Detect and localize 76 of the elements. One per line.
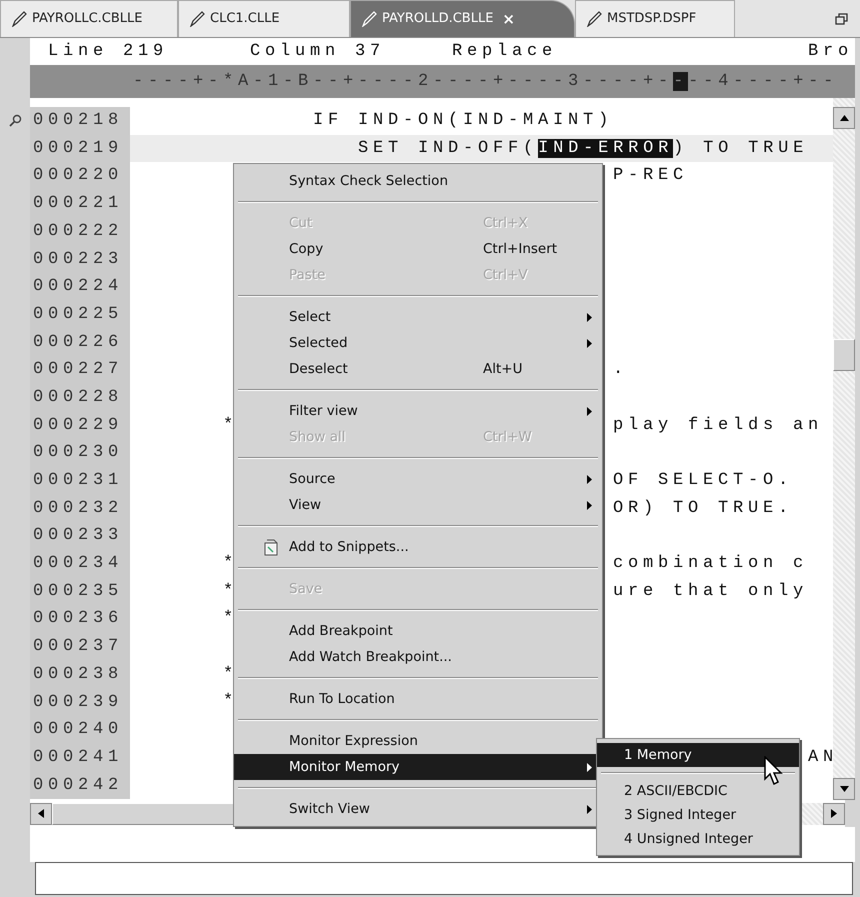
line-number: 000224 bbox=[30, 273, 130, 301]
line-number: 000228 bbox=[30, 384, 130, 412]
line-number: 000241 bbox=[30, 744, 130, 772]
left-arrow-icon[interactable] bbox=[38, 809, 44, 818]
line-number: 000237 bbox=[30, 633, 130, 661]
right-arrow-icon[interactable] bbox=[831, 809, 837, 818]
line-indicator: Line 219 bbox=[48, 40, 170, 63]
view-mode-label: Bro bbox=[808, 40, 854, 63]
pencil-icon bbox=[586, 11, 602, 27]
down-arrow-icon[interactable] bbox=[840, 786, 848, 792]
code-text: play fields an bbox=[613, 416, 824, 435]
code-text: OF SELECT-O. bbox=[613, 470, 794, 490]
line-number: 000226 bbox=[30, 328, 130, 356]
code-text: IF IND-ON(IND-MAINT) bbox=[313, 111, 614, 130]
pencil-icon bbox=[189, 11, 205, 27]
line-number: 000223 bbox=[30, 245, 130, 274]
pencil-icon bbox=[361, 11, 377, 27]
code-text: combination c bbox=[613, 554, 808, 573]
mouse-pointer-icon bbox=[764, 756, 786, 786]
scrollbar-thumb[interactable] bbox=[833, 339, 855, 371]
menu-item[interactable]: Deselect Alt+U bbox=[234, 356, 602, 382]
line-number: 000242 bbox=[30, 772, 130, 800]
menu-item[interactable]: 2 ASCII/EBCDIC bbox=[597, 779, 799, 803]
column-indicator: Column 37 bbox=[250, 40, 386, 63]
menu-item[interactable]: Source bbox=[234, 466, 602, 492]
line-number: 000221 bbox=[30, 190, 130, 218]
selected-text: IND-ERROR bbox=[538, 138, 674, 158]
line-number: 000218 bbox=[30, 107, 130, 135]
editor-tab[interactable]: MSTDSP.DSPF bbox=[575, 0, 735, 37]
line-number: 000225 bbox=[30, 300, 130, 328]
line-number: 000232 bbox=[30, 494, 130, 522]
editor-tab[interactable]: PAYROLLC.CBLLE bbox=[0, 0, 178, 37]
line-number: 000227 bbox=[30, 356, 130, 384]
up-arrow-icon[interactable] bbox=[840, 115, 848, 121]
line-number: 000222 bbox=[30, 218, 130, 246]
line-number: 000220 bbox=[30, 162, 130, 190]
line-number: 000235 bbox=[30, 578, 130, 606]
menu-item[interactable]: 3 Signed Integer bbox=[597, 803, 799, 827]
code-text: SET IND-OFF( bbox=[358, 138, 538, 158]
editor-tab[interactable]: PAYROLLD.CBLLE × bbox=[350, 0, 575, 37]
column-ruler: ----+-*A-1-B--+----2----+----3----+----4----+-- bbox=[30, 65, 855, 98]
line-number: 000229 bbox=[30, 412, 130, 440]
line-number: 000233 bbox=[30, 522, 130, 550]
document-icon bbox=[264, 539, 280, 556]
shortcut-label: Alt+U bbox=[483, 360, 522, 379]
code-text: AN bbox=[808, 748, 833, 767]
pencil-icon bbox=[11, 11, 27, 27]
line-number: 000230 bbox=[30, 439, 130, 467]
line-number: 000231 bbox=[30, 466, 130, 495]
vertical-scrollbar[interactable] bbox=[833, 98, 855, 800]
close-button[interactable]: × bbox=[502, 8, 515, 30]
code-text: . bbox=[613, 360, 628, 380]
shortcut-label: Ctrl+Insert bbox=[483, 240, 558, 259]
menu-item[interactable]: Selected bbox=[234, 330, 602, 356]
command-input-field[interactable] bbox=[35, 862, 853, 895]
menu-item[interactable]: Select bbox=[234, 304, 602, 330]
edit-mode-label: Replace bbox=[452, 40, 558, 63]
code-text: ure that only bbox=[613, 582, 808, 601]
code-text: ) TO TRUE bbox=[673, 138, 808, 158]
magnifier-icon bbox=[8, 114, 22, 128]
menu-item[interactable]: 1 Memory bbox=[597, 743, 799, 767]
line-number: 000236 bbox=[30, 605, 130, 634]
line-number: 000240 bbox=[30, 716, 130, 744]
code-text: OR) TO TRUE. bbox=[613, 498, 794, 518]
line-number: 000239 bbox=[30, 688, 130, 716]
line-number: 000234 bbox=[30, 550, 130, 578]
restore-icon[interactable] bbox=[835, 12, 848, 24]
editor-tab[interactable]: CLC1.CLLE bbox=[178, 0, 350, 37]
menu-item[interactable]: 4 Unsigned Integer bbox=[597, 827, 799, 851]
menu-item[interactable]: View bbox=[234, 492, 602, 518]
code-text: P-REC bbox=[613, 166, 688, 186]
code-text: * bbox=[223, 582, 238, 601]
line-number: 000238 bbox=[30, 660, 130, 688]
line-number: 000219 bbox=[30, 134, 130, 162]
menu-item[interactable]: Syntax Check Selection bbox=[234, 168, 602, 194]
menu-item[interactable]: Copy Ctrl+Insert bbox=[234, 236, 602, 262]
